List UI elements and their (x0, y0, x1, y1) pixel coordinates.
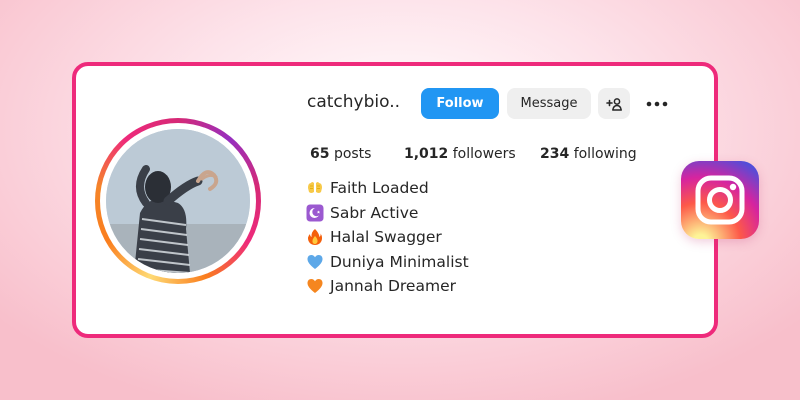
bio-line: Sabr Active (306, 201, 469, 226)
bio-section: Faith Loaded Sabr Active Halal Swagger D… (306, 176, 469, 299)
story-ring[interactable] (95, 118, 261, 284)
posts-count: 65 (310, 146, 330, 162)
message-button[interactable]: Message (507, 88, 591, 119)
followers-count: 1,012 (404, 146, 449, 162)
bio-text: Sabr Active (330, 203, 419, 222)
bio-line: Faith Loaded (306, 176, 469, 201)
blue-heart-icon (306, 253, 324, 271)
more-options-button[interactable] (642, 88, 672, 119)
posts-stat: 65 posts (310, 146, 371, 162)
crescent-moon-icon (306, 204, 324, 222)
orange-heart-icon (306, 277, 324, 295)
bio-text: Halal Swagger (330, 228, 442, 247)
instagram-logo-icon (681, 161, 759, 239)
bio-line: Halal Swagger (306, 225, 469, 250)
bio-text: Duniya Minimalist (330, 252, 469, 271)
profile-username: catchybio.. (307, 92, 401, 112)
bio-text: Jannah Dreamer (330, 277, 456, 296)
following-label: following (573, 146, 637, 162)
followers-stat[interactable]: 1,012 followers (404, 146, 516, 162)
add-user-icon (606, 97, 622, 111)
bio-line: Duniya Minimalist (306, 250, 469, 275)
following-stat[interactable]: 234 following (540, 146, 637, 162)
avatar-photo-illustration (106, 129, 250, 273)
following-count: 234 (540, 146, 570, 162)
bio-text: Faith Loaded (330, 179, 429, 198)
add-user-button[interactable] (598, 88, 630, 119)
followers-label: followers (452, 146, 516, 162)
bio-line: Jannah Dreamer (306, 274, 469, 299)
fire-icon (306, 228, 324, 246)
more-dots-icon (646, 101, 668, 106)
follow-button[interactable]: Follow (421, 88, 499, 119)
open-hands-icon (306, 179, 324, 197)
posts-label: posts (333, 146, 372, 162)
avatar[interactable] (106, 129, 250, 273)
